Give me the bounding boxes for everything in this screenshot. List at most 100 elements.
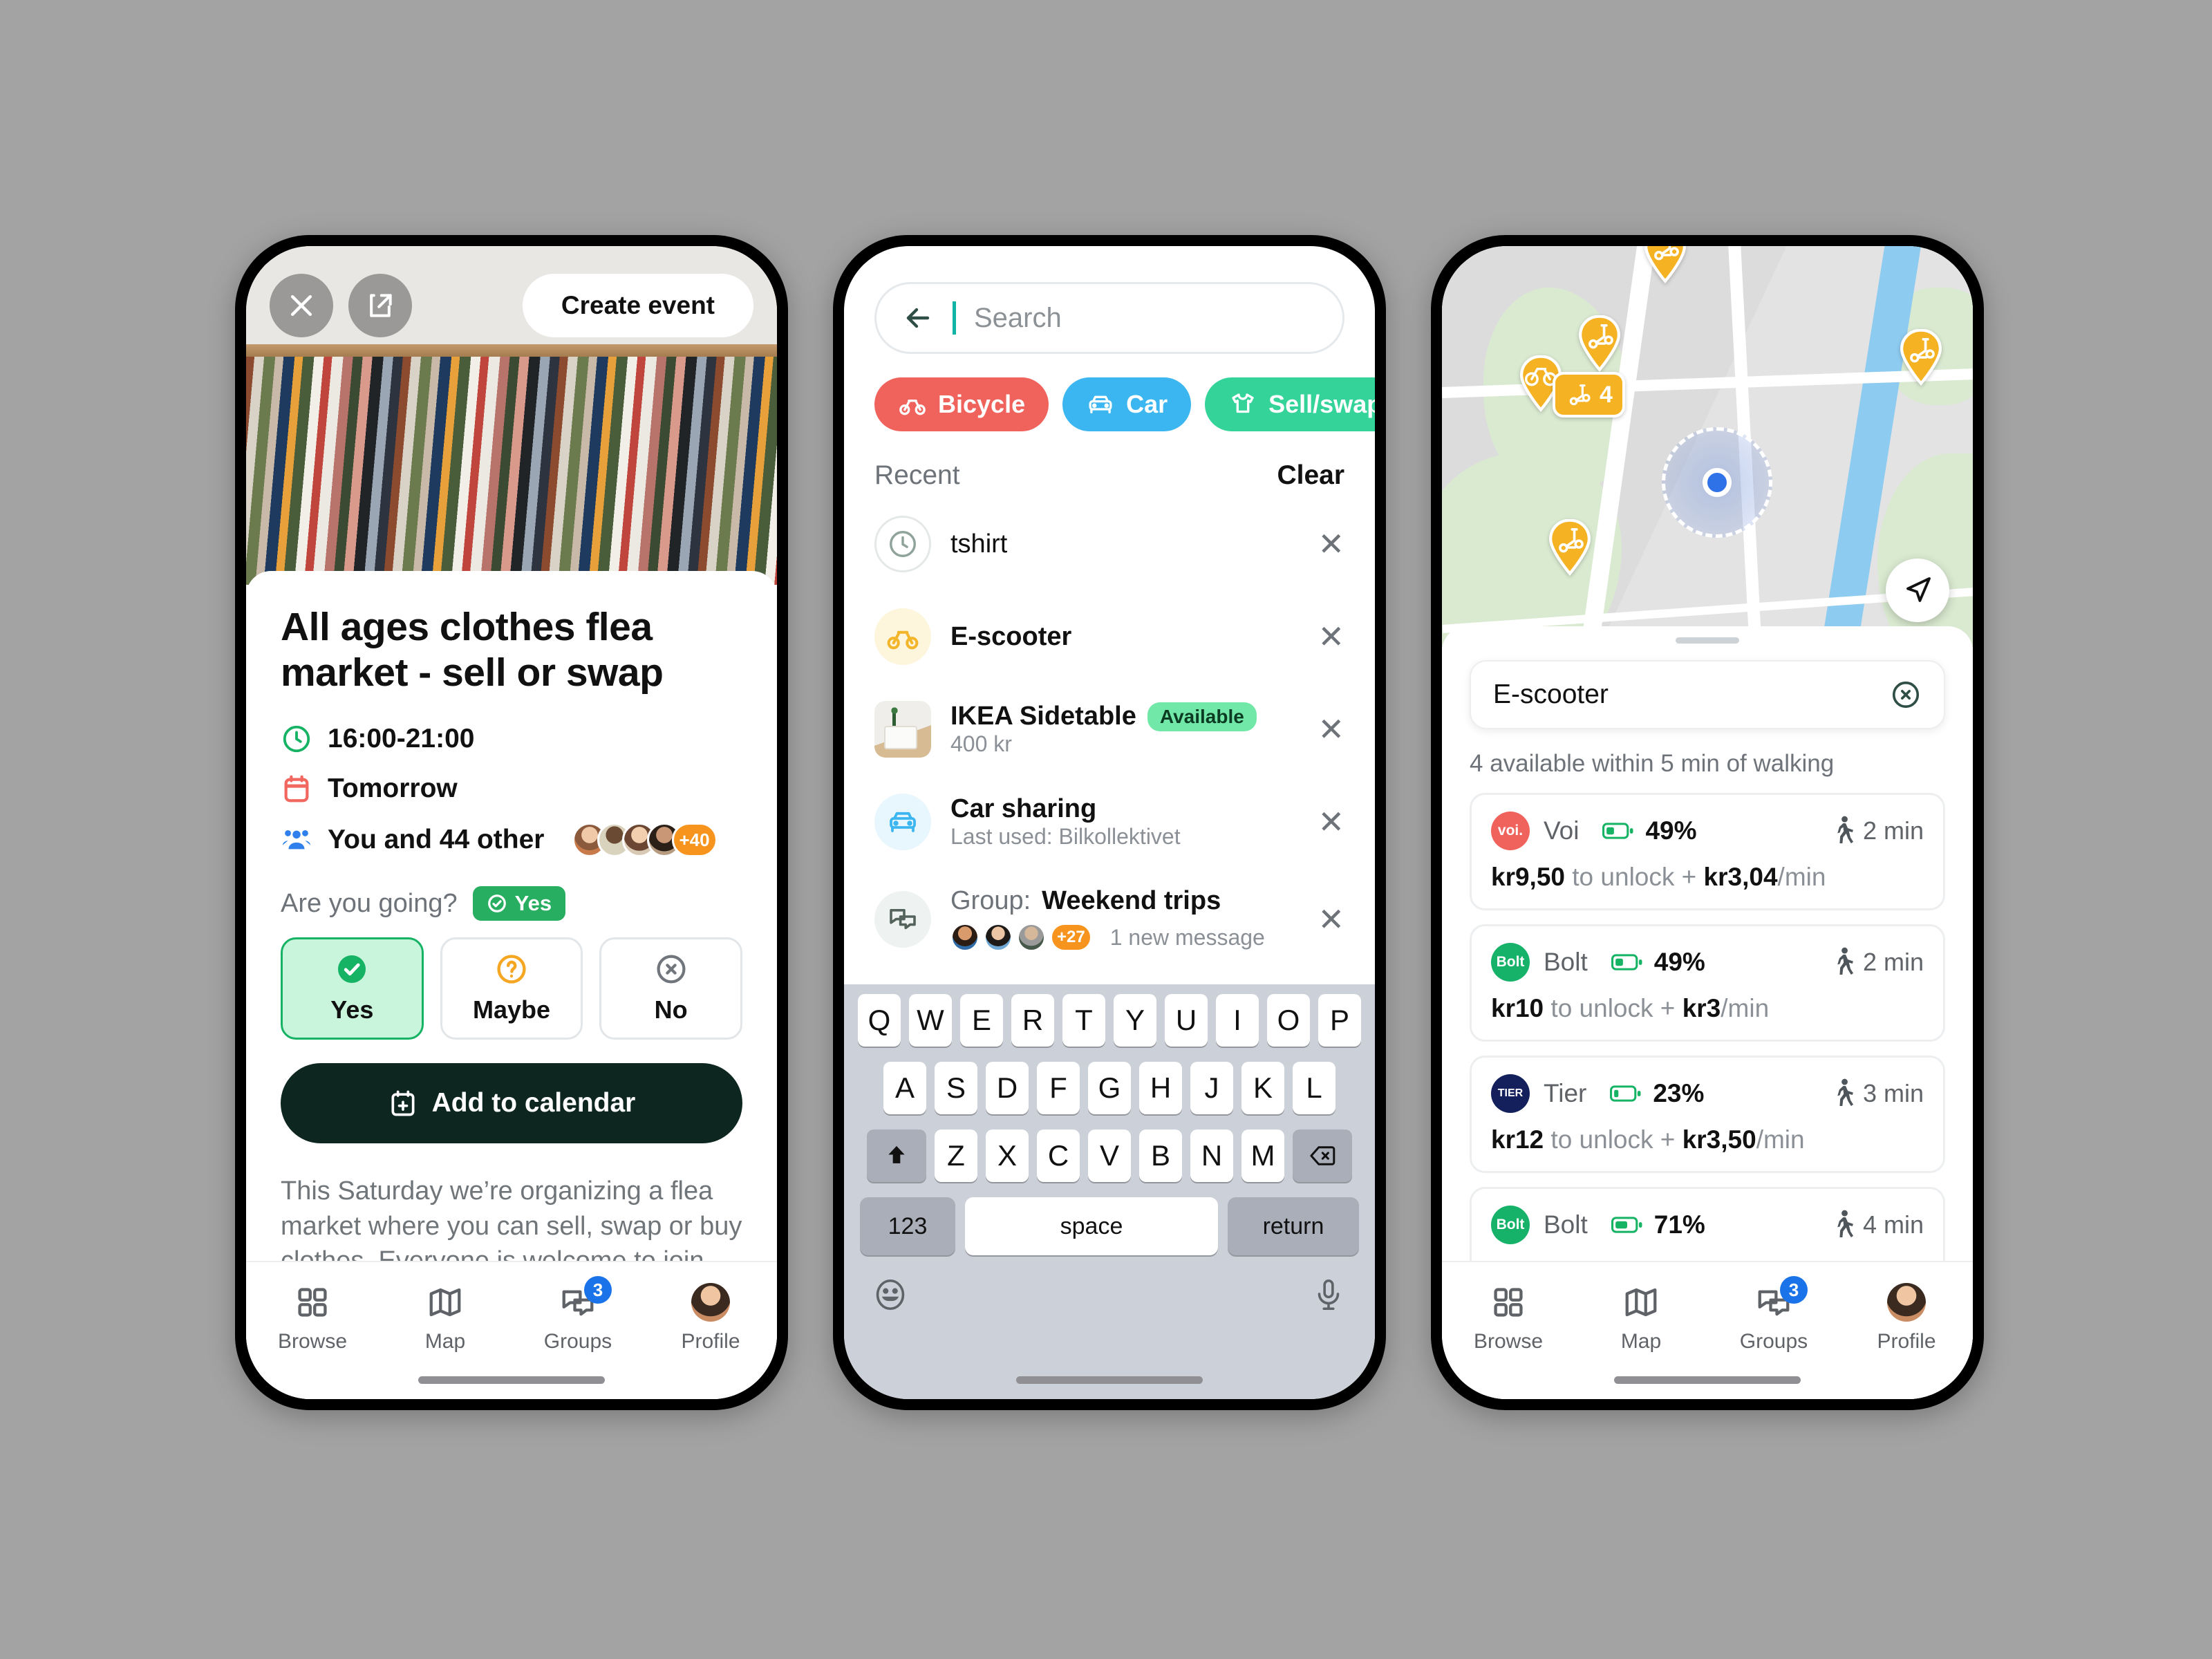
add-to-calendar-button[interactable]: Add to calendar: [281, 1063, 742, 1144]
tab-browse[interactable]: Browse: [246, 1283, 379, 1353]
chat-icon: 3: [559, 1276, 612, 1322]
key-i[interactable]: I: [1216, 994, 1259, 1047]
rsvp-yes-button[interactable]: Yes: [281, 937, 424, 1040]
key-u[interactable]: U: [1165, 994, 1208, 1047]
search-input[interactable]: Search: [874, 282, 1344, 354]
scooter-search-input[interactable]: E-scooter: [1470, 660, 1945, 729]
tab-groups[interactable]: 3 Groups: [512, 1276, 644, 1353]
remove-recent-button[interactable]: ✕: [1318, 525, 1344, 563]
key-x[interactable]: X: [986, 1130, 1029, 1182]
dictation-button[interactable]: [1310, 1276, 1347, 1317]
key-m[interactable]: M: [1241, 1130, 1284, 1182]
remove-recent-button[interactable]: ✕: [1318, 618, 1344, 655]
key-z[interactable]: Z: [935, 1130, 977, 1182]
scooter-cluster-pin[interactable]: 4: [1553, 372, 1625, 418]
tab-map[interactable]: Map: [1575, 1283, 1707, 1353]
key-e[interactable]: E: [960, 994, 1003, 1047]
remove-recent-button[interactable]: ✕: [1318, 803, 1344, 841]
car-icon: [1089, 395, 1112, 414]
list-item[interactable]: tshirt ✕: [874, 498, 1344, 590]
back-arrow-icon[interactable]: [901, 301, 935, 335]
group-members: +27 1 new message: [950, 923, 1298, 952]
key-r[interactable]: R: [1011, 994, 1054, 1047]
key-k[interactable]: K: [1241, 1062, 1284, 1114]
user-location-indicator: [1662, 427, 1772, 538]
scooter-pin[interactable]: [1898, 328, 1944, 386]
key-v[interactable]: V: [1088, 1130, 1131, 1182]
rsvp-no-button[interactable]: No: [599, 937, 743, 1040]
walking-icon: [1837, 816, 1854, 843]
rsvp-maybe-button[interactable]: Maybe: [440, 937, 583, 1040]
brand-logo: Bolt: [1491, 943, 1530, 982]
list-item[interactable]: IKEA Sidetable Available 400 kr ✕: [874, 683, 1344, 776]
key-s[interactable]: S: [935, 1062, 977, 1114]
tab-profile[interactable]: Profile: [644, 1283, 777, 1353]
backspace-key[interactable]: [1293, 1130, 1352, 1182]
list-item[interactable]: Car sharing Last used: Bilkollektivet ✕: [874, 776, 1344, 868]
recenter-location-button[interactable]: [1886, 559, 1949, 622]
emoji-button[interactable]: [872, 1276, 909, 1317]
scooter-pin[interactable]: [1642, 246, 1688, 284]
key-l[interactable]: L: [1293, 1062, 1335, 1114]
recent-header: Recent Clear: [844, 431, 1375, 491]
unlock-price: kr10: [1491, 994, 1544, 1022]
key-f[interactable]: F: [1037, 1062, 1080, 1114]
tab-browse[interactable]: Browse: [1442, 1283, 1575, 1353]
space-key[interactable]: space: [965, 1197, 1218, 1255]
key-w[interactable]: W: [909, 994, 952, 1047]
keyboard-bottom-row: [851, 1271, 1368, 1317]
chip-car[interactable]: Car: [1062, 377, 1192, 431]
key-h[interactable]: H: [1139, 1062, 1182, 1114]
list-item[interactable]: Group: Weekend trips +27 1 new message ✕: [874, 868, 1344, 970]
tab-profile[interactable]: Profile: [1840, 1283, 1973, 1353]
list-item-title-prefix: Group:: [950, 886, 1031, 915]
battery-icon: [1610, 1085, 1641, 1102]
scooter-card[interactable]: Bolt Bolt 49% 2 min kr10 to unlock + kr3…: [1470, 924, 1945, 1042]
key-a[interactable]: A: [883, 1062, 926, 1114]
clear-recents-button[interactable]: Clear: [1277, 460, 1344, 491]
rsvp-yes-label: Yes: [330, 995, 374, 1024]
walking-icon: [1837, 947, 1854, 975]
key-q[interactable]: Q: [858, 994, 901, 1047]
scooter-card[interactable]: voi. Voi 49% 2 min kr9,50 to unlock + kr…: [1470, 793, 1945, 910]
key-o[interactable]: O: [1267, 994, 1310, 1047]
key-t[interactable]: T: [1062, 994, 1105, 1047]
return-key[interactable]: return: [1228, 1197, 1359, 1255]
close-button[interactable]: [270, 274, 333, 337]
scooter-pin[interactable]: [1547, 518, 1593, 577]
question-circle-icon: [497, 955, 526, 984]
key-d[interactable]: D: [986, 1062, 1029, 1114]
backspace-icon: [1310, 1146, 1335, 1165]
tab-groups[interactable]: 3 Groups: [1707, 1276, 1840, 1353]
chip-sell-swap-clothes[interactable]: Sell/swap clothes: [1205, 377, 1375, 431]
key-b[interactable]: B: [1139, 1130, 1182, 1182]
create-event-button[interactable]: Create event: [522, 274, 753, 337]
close-icon: [290, 294, 312, 317]
key-p[interactable]: P: [1318, 994, 1361, 1047]
clear-circle-icon[interactable]: [1890, 679, 1922, 711]
key-j[interactable]: J: [1190, 1062, 1233, 1114]
share-button[interactable]: [348, 274, 412, 337]
key-y[interactable]: Y: [1114, 994, 1156, 1047]
remove-recent-button[interactable]: ✕: [1318, 901, 1344, 938]
hero-toolbar: Create event: [270, 274, 753, 337]
chip-bicycle[interactable]: Bicycle: [874, 377, 1049, 431]
shift-key[interactable]: [867, 1130, 926, 1182]
rsvp-question: Are you going?: [281, 888, 458, 918]
scooter-pin[interactable]: [1577, 315, 1622, 373]
key-c[interactable]: C: [1037, 1130, 1080, 1182]
sheet-grabber[interactable]: [1676, 637, 1739, 644]
attendee-avatars[interactable]: +40: [572, 823, 718, 858]
tab-map[interactable]: Map: [379, 1283, 512, 1353]
list-item[interactable]: E-scooter ✕: [874, 590, 1344, 683]
brand-name: Bolt: [1544, 948, 1588, 976]
event-date: Tomorrow: [328, 774, 458, 804]
key-g[interactable]: G: [1088, 1062, 1131, 1114]
remove-recent-button[interactable]: ✕: [1318, 711, 1344, 748]
scooter-card[interactable]: TIER Tier 23% 3 min kr12 to unlock + kr3…: [1470, 1056, 1945, 1173]
numbers-key[interactable]: 123: [860, 1197, 955, 1255]
key-n[interactable]: N: [1190, 1130, 1233, 1182]
map-view[interactable]: 4: [1442, 246, 1973, 647]
chip-sell-swap-label: Sell/swap clothes: [1268, 390, 1375, 418]
tab-browse-label: Browse: [277, 1330, 348, 1353]
